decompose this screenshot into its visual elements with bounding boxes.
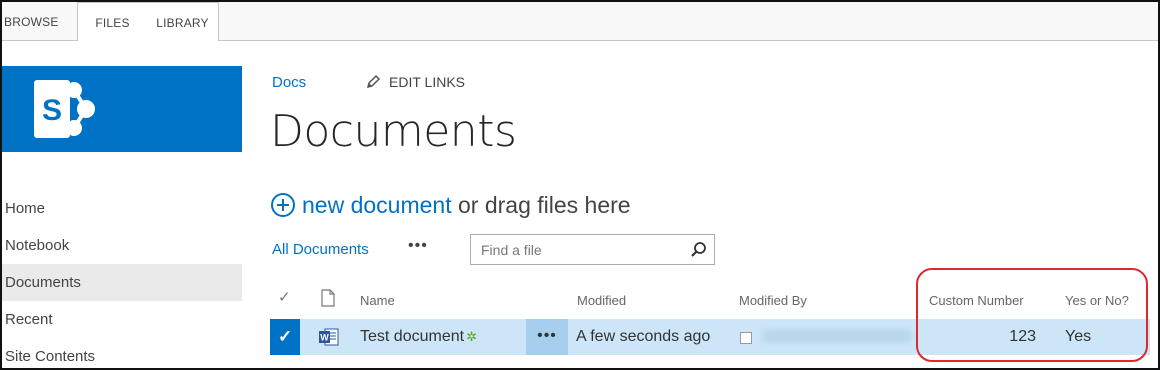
- add-circle-icon[interactable]: [270, 192, 296, 224]
- column-header-name[interactable]: Name: [360, 293, 395, 308]
- nav-item-recent[interactable]: Recent: [2, 301, 242, 338]
- edit-links-button[interactable]: EDIT LINKS: [366, 74, 465, 92]
- new-document-area: new document or drag files here: [270, 192, 631, 224]
- svg-text:S: S: [42, 94, 62, 127]
- edit-links-label: EDIT LINKS: [389, 74, 465, 90]
- quick-launch: Home Notebook Documents Recent Site Cont…: [2, 190, 242, 368]
- nav-item-site-contents[interactable]: Site Contents: [2, 338, 242, 368]
- column-header-modified-by[interactable]: Modified By: [739, 293, 807, 308]
- nav-item-home[interactable]: Home: [2, 190, 242, 227]
- search-icon[interactable]: [690, 241, 708, 264]
- svg-text:W: W: [320, 333, 329, 343]
- pencil-icon: [366, 74, 381, 92]
- document-name-link[interactable]: Test document ✲: [360, 328, 477, 346]
- sharepoint-logo-icon: S: [34, 80, 95, 138]
- drag-files-text: or drag files here: [451, 192, 631, 218]
- page-title: Documents: [270, 106, 517, 157]
- nav-item-notebook[interactable]: Notebook: [2, 227, 242, 264]
- modified-by-redacted: [762, 329, 912, 343]
- doc-type-header-icon: [321, 289, 335, 310]
- breadcrumb-docs[interactable]: Docs: [272, 74, 306, 91]
- new-item-badge: ✲: [466, 329, 477, 344]
- view-more-button[interactable]: •••: [408, 237, 428, 255]
- new-document-link[interactable]: new document: [302, 192, 452, 218]
- ribbon-tab-library[interactable]: LIBRARY: [147, 2, 219, 41]
- screenshot-frame: BROWSE FILES LIBRARY S Home Notebook Doc…: [0, 0, 1160, 370]
- ribbon: BROWSE FILES LIBRARY: [2, 2, 1158, 41]
- column-header-modified[interactable]: Modified: [577, 293, 626, 308]
- annotation-highlight: [916, 268, 1148, 362]
- find-file-box[interactable]: [470, 234, 715, 265]
- site-logo[interactable]: S: [2, 66, 242, 152]
- search-input[interactable]: [479, 241, 683, 259]
- row-select-checkbox[interactable]: ✓: [270, 319, 300, 355]
- view-all-documents[interactable]: All Documents: [272, 241, 369, 258]
- nav-item-documents[interactable]: Documents: [2, 264, 242, 301]
- word-document-icon: W: [318, 327, 340, 352]
- item-menu-button[interactable]: •••: [526, 319, 568, 355]
- ribbon-tab-browse[interactable]: BROWSE: [4, 2, 59, 40]
- ribbon-tab-files[interactable]: FILES: [77, 2, 147, 41]
- modified-value: A few seconds ago: [576, 328, 711, 345]
- presence-indicator: [740, 332, 752, 344]
- select-all-checkbox[interactable]: ✓: [278, 288, 291, 306]
